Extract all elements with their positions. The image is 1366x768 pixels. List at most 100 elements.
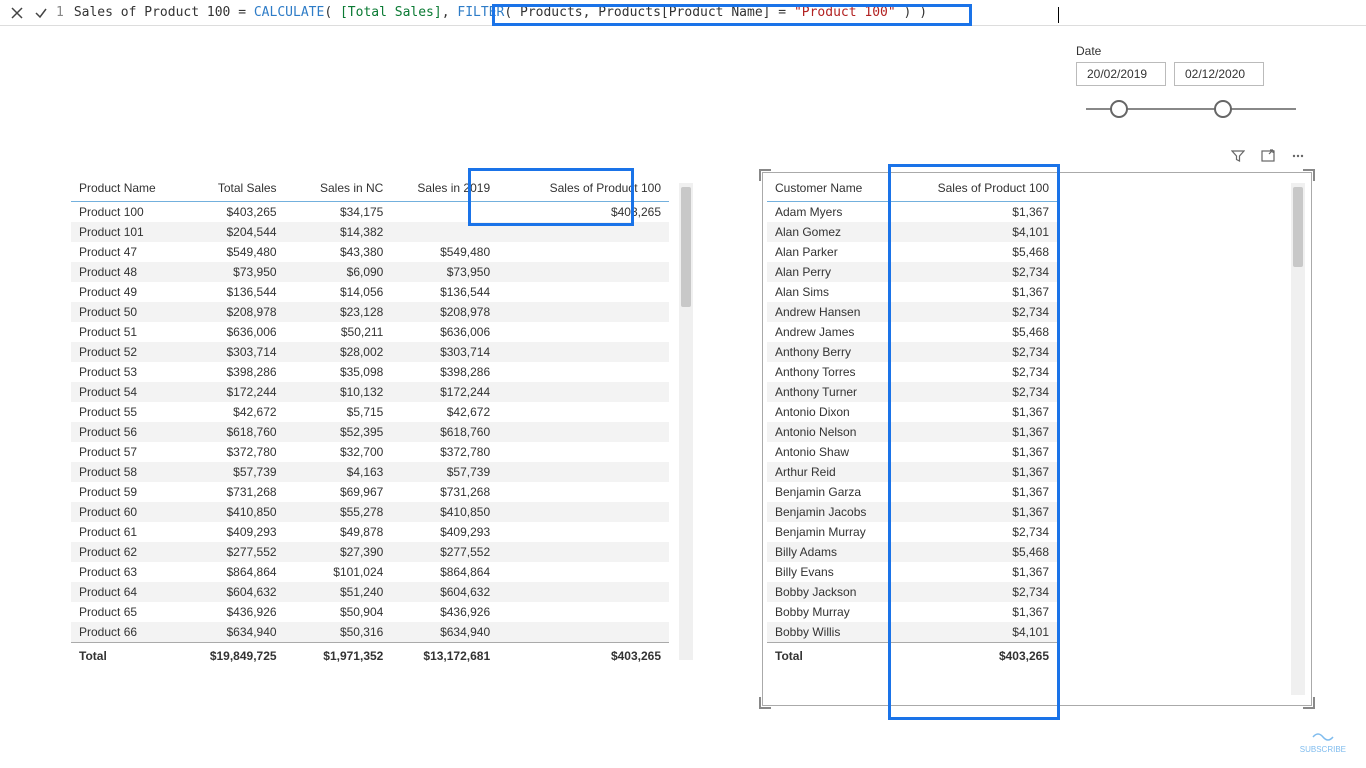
column-header[interactable]: Customer Name [767,177,902,202]
table-row[interactable]: Billy Evans$1,367 [767,562,1057,582]
table-row[interactable]: Alan Gomez$4,101 [767,222,1057,242]
total-cell: $403,265 [902,643,1057,667]
table-row[interactable]: Product 62$277,552$27,390$277,552 [71,542,669,562]
cell [498,382,669,402]
cell: Product 101 [71,222,178,242]
table-row[interactable]: Product 48$73,950$6,090$73,950 [71,262,669,282]
scrollbar-thumb[interactable] [681,187,691,307]
table-row[interactable]: Alan Perry$2,734 [767,262,1057,282]
table-row[interactable]: Product 101$204,544$14,382 [71,222,669,242]
product-table-visual[interactable]: Product NameTotal SalesSales in NCSales … [70,176,670,667]
cell: Product 59 [71,482,178,502]
table-row[interactable]: Bobby Murray$1,367 [767,602,1057,622]
table-row[interactable]: Product 65$436,926$50,904$436,926 [71,602,669,622]
cell [498,502,669,522]
column-header[interactable]: Sales in NC [285,177,392,202]
cell [498,522,669,542]
cell: $28,002 [285,342,392,362]
cell: Antonio Nelson [767,422,902,442]
table-row[interactable]: Product 52$303,714$28,002$303,714 [71,342,669,362]
cell: $604,632 [391,582,498,602]
cell: $101,024 [285,562,392,582]
table-row[interactable]: Product 49$136,544$14,056$136,544 [71,282,669,302]
table-row[interactable]: Antonio Nelson$1,367 [767,422,1057,442]
cell: $49,878 [285,522,392,542]
table-row[interactable]: Product 58$57,739$4,163$57,739 [71,462,669,482]
commit-formula-button[interactable] [32,4,50,22]
table-row[interactable]: Benjamin Garza$1,367 [767,482,1057,502]
cell: $208,978 [178,302,285,322]
formula-input[interactable]: Sales of Product 100 = CALCULATE( [Total… [74,5,1358,20]
cell: $277,552 [391,542,498,562]
table-row[interactable]: Bobby Jackson$2,734 [767,582,1057,602]
date-end-input[interactable]: 02/12/2020 [1174,62,1264,86]
cell: $57,739 [391,462,498,482]
subscribe-label: SUBSCRIBE [1300,745,1346,754]
table-row[interactable]: Benjamin Murray$2,734 [767,522,1057,542]
table-row[interactable]: Product 64$604,632$51,240$604,632 [71,582,669,602]
column-header[interactable]: Sales of Product 100 [902,177,1057,202]
scrollbar-thumb[interactable] [1293,187,1303,267]
table-row[interactable]: Andrew James$5,468 [767,322,1057,342]
cell: $55,278 [285,502,392,522]
formula-bar: 1 Sales of Product 100 = CALCULATE( [Tot… [0,0,1366,26]
table-row[interactable]: Andrew Hansen$2,734 [767,302,1057,322]
slider-handle-end[interactable] [1214,100,1232,118]
date-start-input[interactable]: 20/02/2019 [1076,62,1166,86]
table-row[interactable]: Antonio Dixon$1,367 [767,402,1057,422]
filter-icon[interactable] [1230,148,1246,164]
cell: Product 55 [71,402,178,422]
str-val: "Product 100" [794,5,896,20]
cell: $398,286 [178,362,285,382]
table-row[interactable]: Product 61$409,293$49,878$409,293 [71,522,669,542]
table-row[interactable]: Bobby Willis$4,101 [767,622,1057,643]
table-row[interactable]: Product 51$636,006$50,211$636,006 [71,322,669,342]
table-row[interactable]: Alan Parker$5,468 [767,242,1057,262]
fn-calculate: CALCULATE [254,5,324,20]
table-row[interactable]: Anthony Berry$2,734 [767,342,1057,362]
column-header[interactable]: Total Sales [178,177,285,202]
column-header[interactable]: Sales in 2019 [391,177,498,202]
customer-table-visual[interactable]: Customer NameSales of Product 100 Adam M… [762,172,1312,706]
table-row[interactable]: Product 66$634,940$50,316$634,940 [71,622,669,643]
table-row[interactable]: Antonio Shaw$1,367 [767,442,1057,462]
table-row[interactable]: Arthur Reid$1,367 [767,462,1057,482]
table-row[interactable]: Anthony Torres$2,734 [767,362,1057,382]
table-row[interactable]: Alan Sims$1,367 [767,282,1057,302]
table-row[interactable]: Product 60$410,850$55,278$410,850 [71,502,669,522]
slider-handle-start[interactable] [1110,100,1128,118]
table-row[interactable]: Product 100$403,265$34,175$403,265 [71,202,669,223]
cell: $436,926 [178,602,285,622]
cell [498,402,669,422]
table-row[interactable]: Product 59$731,268$69,967$731,268 [71,482,669,502]
cell: Billy Adams [767,542,902,562]
more-options-icon[interactable] [1290,148,1306,164]
table-row[interactable]: Anthony Turner$2,734 [767,382,1057,402]
column-header[interactable]: Product Name [71,177,178,202]
scrollbar[interactable] [679,183,693,660]
cell: Benjamin Jacobs [767,502,902,522]
cell: Product 51 [71,322,178,342]
table-row[interactable]: Adam Myers$1,367 [767,202,1057,223]
cell: Product 64 [71,582,178,602]
table-row[interactable]: Product 56$618,760$52,395$618,760 [71,422,669,442]
cell: Product 66 [71,622,178,643]
total-cell: $1,971,352 [285,643,392,667]
cell: $23,128 [285,302,392,322]
table-row[interactable]: Product 54$172,244$10,132$172,244 [71,382,669,402]
scrollbar[interactable] [1291,183,1305,695]
date-slider[interactable] [1076,94,1306,124]
table-row[interactable]: Product 63$864,864$101,024$864,864 [71,562,669,582]
table-row[interactable]: Product 55$42,672$5,715$42,672 [71,402,669,422]
cell: $2,734 [902,522,1057,542]
cell: $42,672 [391,402,498,422]
table-row[interactable]: Product 57$372,780$32,700$372,780 [71,442,669,462]
table-row[interactable]: Product 53$398,286$35,098$398,286 [71,362,669,382]
focus-mode-icon[interactable] [1260,148,1276,164]
column-header[interactable]: Sales of Product 100 [498,177,669,202]
table-row[interactable]: Billy Adams$5,468 [767,542,1057,562]
table-row[interactable]: Benjamin Jacobs$1,367 [767,502,1057,522]
table-row[interactable]: Product 47$549,480$43,380$549,480 [71,242,669,262]
table-row[interactable]: Product 50$208,978$23,128$208,978 [71,302,669,322]
cancel-formula-button[interactable] [8,4,26,22]
